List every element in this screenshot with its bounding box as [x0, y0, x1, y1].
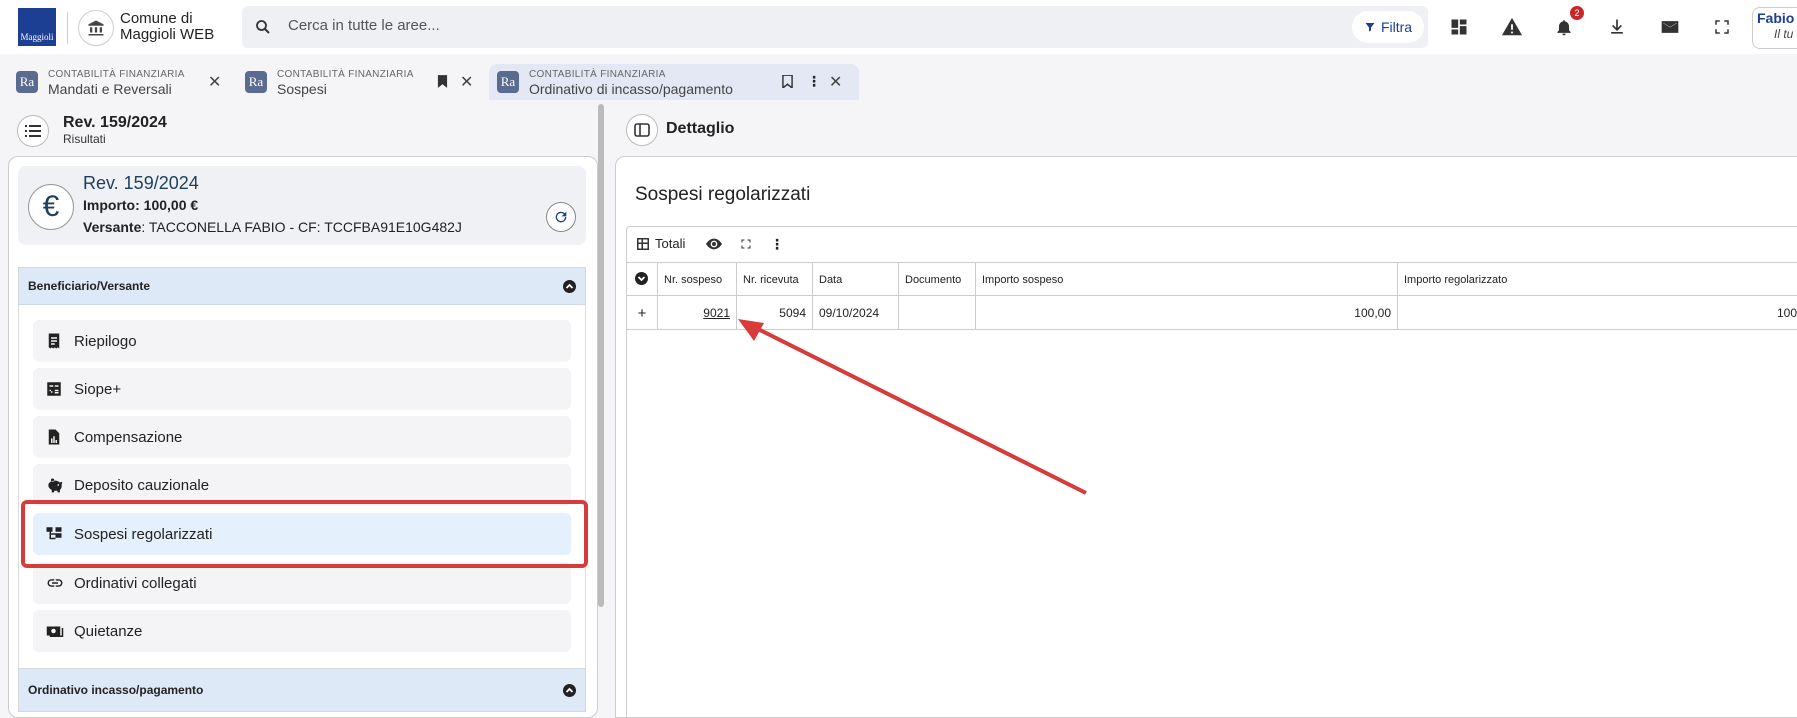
eye-icon[interactable]: [705, 236, 723, 252]
app-name: Comune di Maggioli WEB: [120, 10, 215, 43]
refresh-icon[interactable]: [546, 202, 576, 232]
collapse-icon[interactable]: [563, 280, 576, 293]
annotation-arrow: [738, 319, 1087, 495]
app-icon: Ra: [497, 71, 519, 93]
logo-divider: [67, 12, 68, 44]
panel-title: Rev. 159/2024: [63, 114, 167, 131]
menu-label: Siope+: [74, 381, 122, 398]
totals-label: Totali: [655, 236, 686, 251]
tab-ordinativo[interactable]: Ra CONTABILITÀ FINANZIARIA Ordinativo di…: [489, 64, 859, 100]
panel-subtitle: Risultati: [63, 132, 106, 146]
bank-icon: [78, 10, 114, 46]
notification-badge: 2: [1570, 6, 1584, 20]
menu-label: Ordinativi collegati: [74, 575, 197, 592]
menu-item-quietanze[interactable]: Quietanze: [33, 610, 571, 652]
tab-section: CONTABILITÀ FINANZIARIA: [277, 69, 414, 80]
reversale-amount: Importo: 100,00 €: [83, 197, 199, 213]
user-name: Fabio: [1757, 10, 1795, 26]
logo-text: Maggioli: [20, 32, 54, 42]
section-label: Ordinativo incasso/pagamento: [28, 683, 204, 697]
app-icon: Ra: [245, 71, 267, 93]
money-icon: [45, 622, 64, 640]
select-all-icon[interactable]: [627, 262, 658, 296]
dashboard-icon[interactable]: [1440, 8, 1478, 46]
filter-icon: [1365, 23, 1375, 32]
close-icon[interactable]: ✕: [460, 72, 473, 92]
tab-title: Mandati e Reversali: [48, 81, 172, 97]
maggioli-logo[interactable]: Maggioli: [18, 8, 56, 46]
receipt-icon: [45, 332, 63, 350]
collapse-icon[interactable]: [563, 684, 576, 697]
menu-label: Riepilogo: [74, 333, 137, 350]
table-icon: [637, 237, 649, 250]
column-header[interactable]: Importo regolarizzato: [1398, 262, 1797, 296]
tab-sospesi[interactable]: Ra CONTABILITÀ FINANZIARIA Sospesi ✕: [237, 64, 477, 100]
menu-item-riepilogo[interactable]: Riepilogo: [33, 320, 571, 362]
bookmark-outline-icon[interactable]: [782, 74, 793, 93]
column-header[interactable]: Data: [813, 262, 899, 296]
search-input[interactable]: Cerca in tutte le aree...: [288, 17, 440, 34]
filter-button[interactable]: Filtra: [1352, 11, 1424, 43]
scrollbar[interactable]: [598, 104, 604, 607]
menu-item-ordinativi-collegati[interactable]: Ordinativi collegati: [33, 562, 571, 604]
menu-label: Deposito cauzionale: [74, 477, 210, 494]
detail-title: Dettaglio: [666, 120, 735, 137]
nr-sospeso-link[interactable]: 9021: [658, 296, 737, 330]
column-header[interactable]: Nr. ricevuta: [737, 262, 813, 296]
link-icon: [45, 574, 63, 592]
user-role: Il tu: [1774, 27, 1794, 41]
mail-icon[interactable]: [1651, 8, 1689, 46]
expand-row-button[interactable]: +: [627, 296, 658, 330]
close-icon[interactable]: ✕: [829, 72, 842, 92]
menu-item-siope[interactable]: Siope+: [33, 368, 571, 410]
column-header[interactable]: Documento: [899, 262, 976, 296]
close-icon[interactable]: ✕: [208, 72, 221, 92]
expand-icon[interactable]: [737, 236, 755, 252]
tab-mandati[interactable]: Ra CONTABILITÀ FINANZIARIA Mandati e Rev…: [8, 64, 228, 100]
section-beneficiario-header[interactable]: Beneficiario/Versante: [18, 267, 586, 305]
section-ordinativo-header[interactable]: Ordinativo incasso/pagamento: [18, 668, 586, 712]
section-heading: Sospesi regolarizzati: [635, 184, 811, 205]
tab-title: Ordinativo di incasso/pagamento: [529, 81, 733, 97]
importo-regolarizzato-cell: 100: [1398, 296, 1797, 330]
reversale-number: Rev. 159/2024: [83, 173, 199, 193]
list-menu-icon[interactable]: [17, 115, 49, 147]
payer-label: Versante: [83, 219, 142, 235]
tab-title: Sospesi: [277, 81, 327, 97]
warning-icon[interactable]: [1493, 8, 1531, 46]
fullscreen-icon[interactable]: [1703, 8, 1741, 46]
tab-section: CONTABILITÀ FINANZIARIA: [529, 69, 666, 80]
report-icon: [45, 428, 63, 446]
totals-button[interactable]: Totali: [637, 236, 685, 251]
payer-value: : TACCONELLA FABIO - CF: TCCFBA91E10G482…: [141, 219, 462, 235]
menu-item-compensazione[interactable]: Compensazione: [33, 416, 571, 458]
sidebar-toggle-icon[interactable]: [626, 114, 658, 146]
menu-label: Compensazione: [74, 429, 183, 446]
reversale-payer: Versante: TACCONELLA FABIO - CF: TCCFBA9…: [83, 219, 462, 235]
column-header[interactable]: Importo sospeso: [976, 262, 1398, 296]
highlight-box: [21, 500, 588, 568]
euro-icon: €: [28, 184, 74, 230]
calculator-icon: [45, 380, 63, 398]
tab-section: CONTABILITÀ FINANZIARIA: [48, 69, 185, 80]
column-header[interactable]: Nr. sospeso: [658, 262, 737, 296]
more-vert-icon[interactable]: ⋮: [807, 73, 821, 90]
search-icon: [254, 18, 272, 41]
download-icon[interactable]: [1598, 8, 1636, 46]
section-label: Beneficiario/Versante: [28, 279, 151, 293]
filter-label: Filtra: [1380, 19, 1413, 35]
menu-label: Quietanze: [74, 623, 143, 640]
more-vert-icon[interactable]: ⋮: [768, 236, 786, 252]
piggy-bank-icon: [45, 476, 63, 494]
app-icon: Ra: [16, 71, 38, 93]
bookmark-icon[interactable]: [437, 75, 448, 93]
